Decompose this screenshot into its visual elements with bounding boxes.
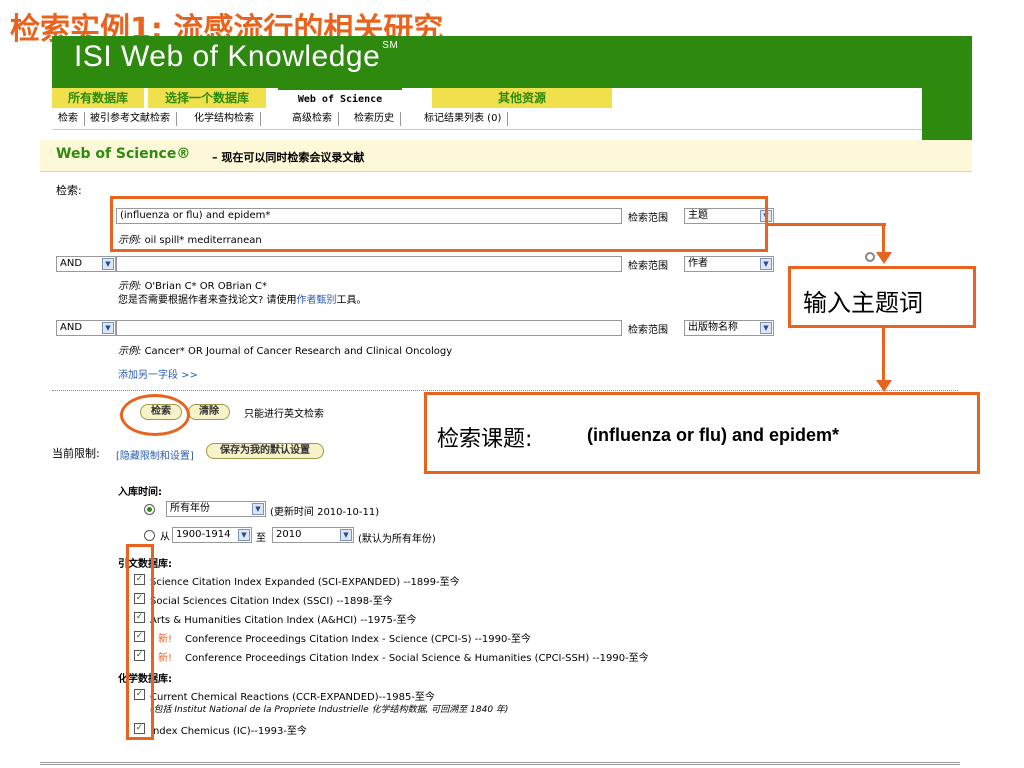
db-ssci: Social Sciences Citation Index (SSCI) --…	[150, 596, 393, 607]
arrow-down-icon	[876, 252, 892, 264]
author-hint: 您是否需要根据作者来查找论文? 请使用作者甄别工具。	[118, 295, 367, 306]
arrow-down-icon	[876, 380, 892, 392]
db-ccr: Current Chemical Reactions (CCR-EXPANDED…	[150, 692, 435, 703]
callout-line-v2	[882, 328, 885, 382]
search-input-publication[interactable]	[116, 320, 622, 336]
subtab-structure[interactable]: 化学结构检索	[188, 112, 261, 126]
new-badge: 新!	[158, 653, 173, 664]
db-ahci: Arts & Humanities Citation Index (A&HCI)…	[150, 615, 417, 626]
isi-logo: ISI Web of Knowledge SM	[74, 40, 399, 73]
from-label: 从	[160, 532, 170, 543]
db-ccr-note: (包括 Institut National de la Propriete In…	[150, 705, 509, 715]
chevron-down-icon: ▼	[760, 258, 772, 270]
highlight-checkboxes	[126, 544, 154, 740]
magnifier-icon	[865, 252, 875, 262]
updated-note: (更新时间 2010-10-11)	[270, 507, 380, 518]
bool-select-2[interactable]: AND ▼	[56, 256, 116, 272]
db-sci: Science Citation Index Expanded (SCI-EXP…	[150, 577, 460, 588]
clear-button[interactable]: 清除	[188, 404, 230, 420]
subtab-marked-list[interactable]: 标记结果列表 (0)	[418, 112, 509, 126]
search-label: 检索:	[56, 184, 82, 197]
scope-select-publication[interactable]: 出版物名称 ▼	[684, 320, 774, 336]
add-field-link[interactable]: 添加另一字段 >>	[118, 366, 198, 381]
subtab-history[interactable]: 检索历史	[348, 112, 401, 126]
tab-all-databases[interactable]: 所有数据库	[52, 88, 144, 108]
db-ic: Index Chemicus (IC)--1993-至今	[150, 726, 307, 737]
chevron-down-icon: ▼	[238, 529, 250, 541]
limits-label: 当前限制:	[52, 447, 100, 460]
search-input-author[interactable]	[116, 256, 622, 272]
chevron-down-icon: ▼	[340, 529, 352, 541]
callout-line-v	[882, 223, 885, 253]
tab-select-database[interactable]: 选择一个数据库	[148, 88, 266, 108]
time-label: 入库时间:	[118, 487, 162, 498]
save-default-button[interactable]: 保存为我的默认设置	[206, 443, 324, 459]
wos-title: Web of Science®	[56, 146, 191, 162]
callout-line-h	[768, 223, 886, 226]
header-band: ISI Web of Knowledge SM	[52, 36, 972, 88]
chevron-down-icon: ▼	[252, 503, 264, 515]
scope-label-3: 检索范围	[628, 325, 668, 336]
highlight-topic-row	[110, 196, 768, 252]
highlight-search-button	[120, 394, 190, 436]
tab-other-resources[interactable]: 其他资源	[432, 88, 612, 108]
from-year-select[interactable]: 1900-1914 ▼	[172, 527, 252, 543]
db-cpci-ssh: Conference Proceedings Citation Index - …	[185, 653, 649, 664]
new-badge: 新!	[158, 634, 173, 645]
subtab-cited-reference[interactable]: 被引参考文献检索	[84, 112, 177, 126]
scope-label-2: 检索范围	[628, 261, 668, 272]
callout-search-subject: 检索课题: (influenza or flu) and epidem*	[424, 392, 980, 474]
to-label: 至	[256, 533, 266, 544]
radio-all-years[interactable]	[144, 504, 155, 515]
year-select[interactable]: 所有年份 ▼	[166, 501, 266, 517]
hide-limits-link[interactable]: [隐藏限制和设置]	[116, 447, 194, 462]
english-only-note: 只能进行英文检索	[244, 409, 324, 420]
search-subtabs: 检索 被引参考文献检索 化学结构检索 高级检索 检索历史 标记结果列表 (0)	[52, 108, 922, 130]
example-2: 示例: O'Brian C* OR OBrian C*	[118, 281, 267, 292]
scope-select-author[interactable]: 作者 ▼	[684, 256, 774, 272]
to-year-select[interactable]: 2010 ▼	[272, 527, 354, 543]
subtab-advanced[interactable]: 高级检索	[286, 112, 339, 126]
bool-select-3[interactable]: AND ▼	[56, 320, 116, 336]
database-tabbar: 所有数据库 选择一个数据库 Web of Science 其他资源	[52, 88, 922, 108]
callout-topic-word: 输入主题词	[788, 266, 976, 328]
author-finder-link[interactable]: 作者甄别	[297, 295, 337, 306]
radio-year-range[interactable]	[144, 530, 155, 541]
default-note: (默认为所有年份)	[358, 534, 436, 545]
divider	[52, 390, 958, 391]
wos-title-band: Web of Science® – 现在可以同时检索会议录文献	[40, 140, 972, 172]
tab-web-of-science[interactable]: Web of Science	[278, 88, 402, 108]
subtab-search[interactable]: 检索	[52, 112, 85, 126]
chevron-down-icon: ▼	[760, 322, 772, 334]
chevron-down-icon: ▼	[102, 258, 114, 270]
db-cpci-s: Conference Proceedings Citation Index - …	[185, 634, 531, 645]
example-3: 示例: Cancer* OR Journal of Cancer Researc…	[118, 346, 453, 357]
bottom-divider	[40, 762, 960, 765]
chevron-down-icon: ▼	[102, 322, 114, 334]
wos-subtitle: – 现在可以同时检索会议录文献	[212, 151, 365, 164]
